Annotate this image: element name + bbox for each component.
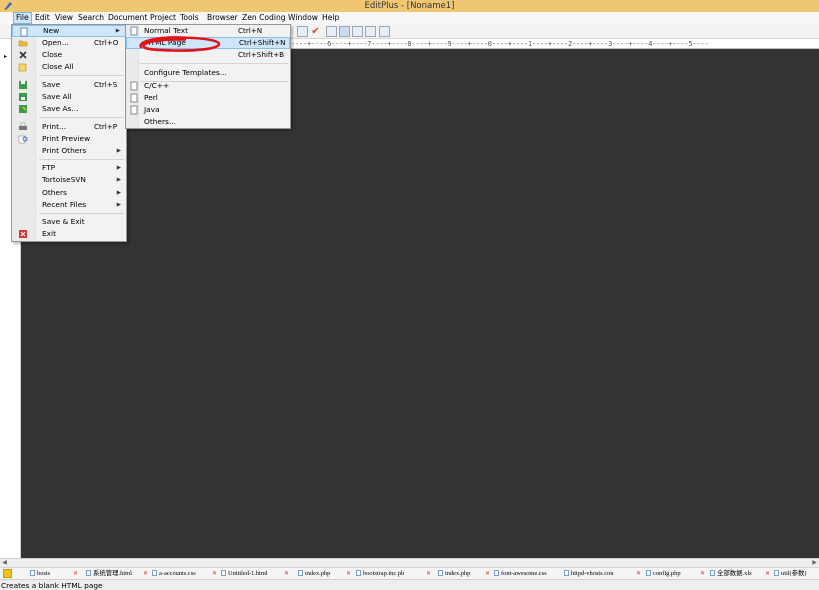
open-folder-icon <box>18 40 28 47</box>
file-menu-item-tortoisesvn[interactable]: TortoiseSVN ▶ <box>12 174 126 186</box>
menu-separator <box>39 75 124 76</box>
scroll-left-icon[interactable]: ◀ <box>0 559 9 567</box>
file-menu-item-new[interactable]: New ▶ <box>12 25 126 37</box>
menu-separator <box>39 117 124 118</box>
doc-icon <box>130 81 138 91</box>
tab-util[interactable]: util(参数) <box>774 568 807 579</box>
file-menu-item-exit[interactable]: Exit <box>12 228 126 240</box>
close-x-icon <box>19 51 27 59</box>
red-annotation-circle <box>139 36 221 52</box>
menu-separator <box>39 213 124 214</box>
horizontal-scrollbar[interactable]: ◀ ▶ <box>0 558 819 567</box>
spellcheck-icon[interactable]: ✔ <box>310 26 321 37</box>
help-icon[interactable] <box>379 26 390 37</box>
tab-system-admin-html[interactable]: 系统管理.html <box>86 568 132 579</box>
file-menu: New ▶ Open... Ctrl+O Close Close All Save C… <box>11 24 127 242</box>
menu-separator <box>140 63 288 64</box>
title-bar: EditPlus - [Noname1] <box>0 0 819 12</box>
tab-close-icon[interactable]: ✕ <box>426 568 437 579</box>
new-menu-item-others[interactable]: Others... <box>126 116 290 128</box>
menu-file[interactable]: File <box>13 12 32 24</box>
tab-font-awesome-css[interactable]: font-awesome.css <box>494 568 547 579</box>
toolbar-button[interactable] <box>352 26 363 37</box>
tab-close-icon[interactable]: ✕ <box>73 568 84 579</box>
caret-marker-icon: ▸ <box>4 53 8 60</box>
menu-project[interactable]: Project <box>148 12 178 24</box>
file-menu-item-print-others[interactable]: Print Others ▶ <box>12 145 126 157</box>
tab-index-php[interactable]: index.php <box>298 568 330 579</box>
toolbar-button[interactable] <box>297 26 308 37</box>
file-menu-item-save-and-exit[interactable]: Save & Exit <box>12 216 126 228</box>
menu-separator <box>39 159 124 160</box>
new-menu-item-c-cpp[interactable]: C/C++ <box>126 80 290 92</box>
new-menu-item-java[interactable]: Java <box>126 104 290 116</box>
tab-hosts[interactable]: hosts <box>30 568 50 579</box>
file-menu-item-recent-files[interactable]: Recent Files ▶ <box>12 199 126 211</box>
file-menu-item-close-all[interactable]: Close All <box>12 61 126 73</box>
menu-tools[interactable]: Tools <box>178 12 201 24</box>
tab-close-icon[interactable]: ✕ <box>284 568 295 579</box>
menu-window[interactable]: Window <box>286 12 320 24</box>
save-icon <box>19 81 27 89</box>
new-menu-item-perl[interactable]: Perl <box>126 92 290 104</box>
status-bar: Creates a blank HTML page <box>0 579 819 590</box>
tab-index-php-2[interactable]: index.php <box>438 568 470 579</box>
new-file-icon <box>20 27 28 37</box>
new-menu-item-configure-templates[interactable]: Configure Templates... <box>126 67 290 79</box>
close-all-icon <box>18 63 27 72</box>
save-all-icon <box>19 93 27 101</box>
exit-icon <box>19 230 27 238</box>
tab-bootstrap-inc-php[interactable]: bootstrap.inc.ph <box>356 568 404 579</box>
tab-httpd-vhosts-conf[interactable]: httpd-vhosts.con <box>564 568 613 579</box>
save-as-icon <box>19 105 27 113</box>
menu-zen-coding[interactable]: Zen Coding <box>240 12 288 24</box>
file-menu-item-others[interactable]: Others ▶ <box>12 187 126 199</box>
file-menu-item-close[interactable]: Close <box>12 49 126 61</box>
scroll-right-icon[interactable]: ▶ <box>810 559 819 567</box>
print-preview-icon <box>18 135 28 144</box>
toolbar-button[interactable] <box>339 26 350 37</box>
menu-browser[interactable]: Browser <box>205 12 240 24</box>
menu-search[interactable]: Search <box>76 12 106 24</box>
file-menu-item-print-preview[interactable]: Print Preview <box>12 133 126 145</box>
menu-document[interactable]: Document <box>106 12 149 24</box>
folder-icon <box>3 569 12 578</box>
toolbar-button[interactable] <box>326 26 337 37</box>
status-text: Creates a blank HTML page <box>1 581 103 590</box>
doc-icon <box>130 105 138 115</box>
tab-untitled-1-html[interactable]: Untitled-1.html <box>221 568 268 579</box>
menu-view[interactable]: View <box>53 12 75 24</box>
menu-help[interactable]: Help <box>320 12 341 24</box>
menu-edit[interactable]: Edit <box>33 12 52 24</box>
toolbar-button[interactable] <box>365 26 376 37</box>
menu-bar: File Edit View Search Document Project T… <box>0 12 819 24</box>
file-menu-item-print[interactable]: Print... Ctrl+P <box>12 121 126 133</box>
ruler-text: ----+----6----+----7----+----8----+----9… <box>291 40 709 48</box>
text-doc-icon <box>130 26 138 36</box>
tab-config-php[interactable]: config.php <box>646 568 681 579</box>
file-menu-item-save-as[interactable]: Save As... <box>12 103 126 115</box>
tab-a-accounts-css[interactable]: a-accounts.css <box>152 568 196 579</box>
file-menu-item-save-all[interactable]: Save All <box>12 91 126 103</box>
window-title: EditPlus - [Noname1] <box>364 1 455 11</box>
document-tab-bar: hosts ✕ 系统管理.html ✕ a-accounts.css ✕ Unt… <box>0 567 819 579</box>
file-menu-item-save[interactable]: Save Ctrl+S <box>12 79 126 91</box>
file-menu-item-open[interactable]: Open... Ctrl+O <box>12 37 126 49</box>
tab-all-data-xls[interactable]: 全部数据.xls <box>710 568 752 579</box>
print-icon <box>19 122 27 130</box>
doc-icon <box>130 93 138 103</box>
file-menu-item-ftp[interactable]: FTP ▶ <box>12 162 126 174</box>
